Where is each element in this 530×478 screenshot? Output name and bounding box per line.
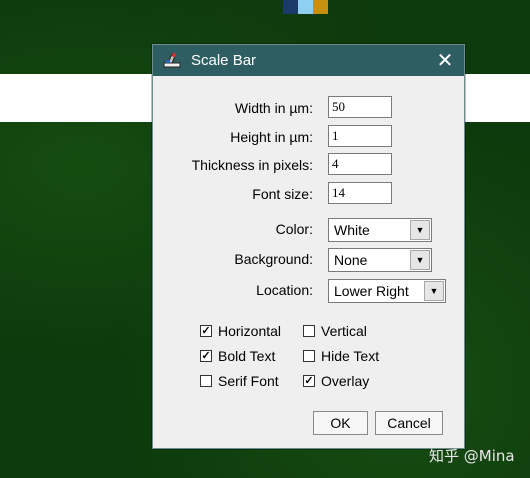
vertical-checkbox-box[interactable] <box>303 325 315 337</box>
bold-text-checkbox-label: Bold Text <box>218 348 276 364</box>
strip-swatch-3 <box>313 0 328 14</box>
bold-text-checkbox[interactable]: ✓ Bold Text <box>200 348 300 364</box>
cancel-button[interactable]: Cancel <box>375 411 443 435</box>
width-input[interactable]: 50 <box>328 96 392 118</box>
dialog-title: Scale Bar <box>191 52 257 69</box>
font-size-label: Font size: <box>252 186 313 202</box>
background-select-value: None <box>334 252 368 268</box>
imagej-microscope-icon <box>163 52 181 68</box>
font-size-input[interactable]: 14 <box>328 182 392 204</box>
color-label: Color: <box>275 221 313 237</box>
horizontal-checkbox-label: Horizontal <box>218 323 282 339</box>
hide-text-checkbox-box[interactable] <box>303 350 315 362</box>
location-select[interactable]: Lower Right ▼ <box>328 279 446 303</box>
ok-button[interactable]: OK <box>313 411 368 435</box>
color-select-value: White <box>334 222 370 238</box>
location-select-value: Lower Right <box>334 283 409 299</box>
top-color-strip <box>283 0 328 14</box>
height-input[interactable]: 1 <box>328 125 392 147</box>
chevron-down-icon[interactable]: ▼ <box>410 220 430 240</box>
watermark-text: 知乎 @Mina <box>429 447 515 465</box>
color-select[interactable]: White ▼ <box>328 218 432 242</box>
chevron-down-icon[interactable]: ▼ <box>410 250 430 270</box>
horizontal-checkbox[interactable]: ✓ Horizontal <box>200 323 300 339</box>
close-icon[interactable]: ✕ <box>434 50 456 72</box>
thickness-input[interactable]: 4 <box>328 153 392 175</box>
overlay-checkbox-label: Overlay <box>321 373 370 389</box>
width-label: Width in µm: <box>234 100 313 116</box>
dialog-titlebar[interactable]: Scale Bar ✕ <box>153 45 464 76</box>
vertical-checkbox-label: Vertical <box>321 323 367 339</box>
serif-font-checkbox-box[interactable] <box>200 375 212 387</box>
strip-swatch-1 <box>283 0 298 14</box>
serif-font-checkbox[interactable]: Serif Font <box>200 373 300 389</box>
height-label: Height in µm: <box>230 129 313 145</box>
serif-font-checkbox-label: Serif Font <box>218 373 279 389</box>
location-label: Location: <box>256 282 313 298</box>
strip-swatch-2 <box>298 0 313 14</box>
hide-text-checkbox-label: Hide Text <box>321 348 380 364</box>
scale-bar-dialog: Scale Bar ✕ Width in µm: 50 Height in µm… <box>152 44 465 449</box>
bold-text-checkbox-box[interactable]: ✓ <box>200 350 212 362</box>
background-label: Background: <box>234 251 313 267</box>
chevron-down-icon[interactable]: ▼ <box>424 281 444 301</box>
hide-text-checkbox[interactable]: Hide Text <box>303 348 403 364</box>
horizontal-checkbox-box[interactable]: ✓ <box>200 325 212 337</box>
thickness-label: Thickness in pixels: <box>191 157 313 173</box>
overlay-checkbox[interactable]: ✓ Overlay <box>303 373 403 389</box>
overlay-checkbox-box[interactable]: ✓ <box>303 375 315 387</box>
background-select[interactable]: None ▼ <box>328 248 432 272</box>
vertical-checkbox[interactable]: Vertical <box>303 323 403 339</box>
